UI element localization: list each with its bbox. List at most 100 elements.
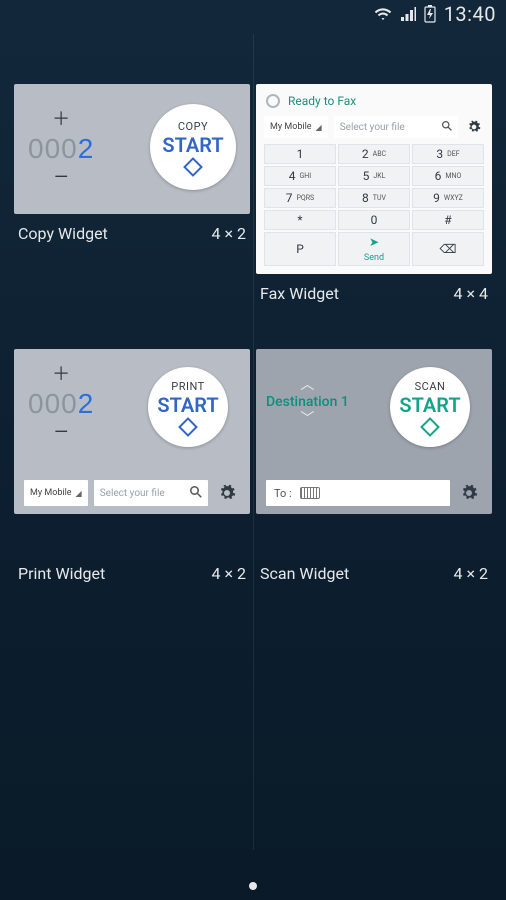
dropdown-triangle-icon: ◢: [316, 123, 322, 132]
widget-tile-copy[interactable]: ＋ 0002 — COPY START Copy Widget 4 × 2: [14, 84, 250, 243]
minus-icon[interactable]: —: [54, 424, 68, 442]
print-count-display: 0002: [28, 388, 94, 420]
print-file-placeholder: Select your file: [100, 488, 165, 499]
keypad-0[interactable]: 0: [338, 210, 410, 230]
scan-settings-button[interactable]: [456, 480, 482, 506]
print-counter: ＋ 0002 —: [28, 366, 94, 442]
print-widget-caption: Print Widget 4 × 2: [14, 554, 250, 583]
print-file-bar: My Mobile ◢ Select your file: [24, 480, 240, 506]
scan-widget-caption: Scan Widget 4 × 2: [256, 554, 492, 583]
print-settings-button[interactable]: [214, 480, 240, 506]
scan-destination-label: Destination 1: [266, 394, 349, 410]
dropdown-triangle-icon: ◢: [76, 489, 82, 498]
keypad-8[interactable]: 8TUV: [338, 188, 410, 208]
print-widget-preview: ＋ 0002 — PRINT START My Mobile ◢: [14, 349, 250, 514]
search-icon: [190, 486, 202, 501]
chevron-up-icon[interactable]: ︿: [300, 378, 314, 392]
fax-source-dropdown[interactable]: My Mobile ◢: [264, 116, 328, 138]
copy-count-prefix: 000: [28, 133, 78, 164]
wifi-icon: [374, 6, 392, 22]
diamond-icon: [420, 417, 440, 437]
print-count-last: 2: [78, 388, 95, 419]
fax-source-label: My Mobile: [270, 122, 312, 132]
widgets-picker-grid: ＋ 0002 — COPY START Copy Widget 4 × 2 Re…: [14, 34, 492, 583]
keypad-hash[interactable]: #: [412, 210, 484, 230]
scan-to-field[interactable]: To :: [266, 480, 450, 506]
keypad-2[interactable]: 2ABC: [338, 144, 410, 164]
minus-icon[interactable]: —: [54, 169, 68, 187]
page-dot-current: [249, 882, 257, 890]
scan-start-button[interactable]: SCAN START: [390, 367, 470, 447]
fax-status-dot-icon: [266, 94, 280, 108]
chevron-down-icon[interactable]: ﹀: [300, 412, 314, 426]
scan-start-label: START: [399, 393, 460, 417]
page-indicator: [0, 882, 506, 890]
keypad-pause[interactable]: P: [264, 232, 336, 266]
copy-counter: ＋ 0002 —: [28, 111, 94, 187]
send-arrow-icon: ➤: [369, 235, 379, 249]
keypad-backspace[interactable]: ⌫: [412, 232, 484, 266]
keypad-star[interactable]: *: [264, 210, 336, 230]
keypad-5[interactable]: 5JKL: [338, 166, 410, 186]
fax-status-header: Ready to Fax: [264, 92, 484, 110]
keypad-3[interactable]: 3DEF: [412, 144, 484, 164]
search-icon: [442, 121, 452, 134]
copy-widget-name: Copy Widget: [18, 224, 108, 243]
battery-charging-icon: [424, 5, 436, 23]
widget-tile-fax[interactable]: Ready to Fax My Mobile ◢ Select your fil…: [256, 84, 492, 303]
fax-file-input[interactable]: Select your file: [334, 116, 458, 138]
fax-widget-caption: Fax Widget 4 × 4: [256, 274, 492, 303]
keypad-7[interactable]: 7PQRS: [264, 188, 336, 208]
fax-file-bar: My Mobile ◢ Select your file: [264, 116, 484, 138]
print-widget-name: Print Widget: [18, 564, 105, 583]
keypad-1[interactable]: 1: [264, 144, 336, 164]
copy-widget-size: 4 × 2: [212, 224, 246, 243]
copy-count-display: 0002: [28, 133, 94, 165]
keypad-send[interactable]: ➤Send: [338, 232, 410, 266]
scan-widget-name: Scan Widget: [260, 564, 349, 583]
print-start-label: START: [157, 393, 218, 417]
fax-widget-preview: Ready to Fax My Mobile ◢ Select your fil…: [256, 84, 492, 274]
scan-start-title: SCAN: [415, 380, 446, 393]
keypad-6[interactable]: 6MNO: [412, 166, 484, 186]
scan-to-label: To :: [274, 487, 292, 500]
print-start-button[interactable]: PRINT START: [148, 367, 228, 447]
fax-file-placeholder: Select your file: [340, 122, 405, 133]
fax-settings-button[interactable]: [464, 116, 484, 138]
plus-icon[interactable]: ＋: [52, 366, 70, 384]
print-source-dropdown[interactable]: My Mobile ◢: [24, 480, 88, 506]
print-file-input[interactable]: Select your file: [94, 480, 208, 506]
status-bar: 13:40: [0, 0, 506, 28]
copy-widget-preview: ＋ 0002 — COPY START: [14, 84, 250, 214]
plus-icon[interactable]: ＋: [52, 111, 70, 129]
print-widget-size: 4 × 2: [212, 564, 246, 583]
diamond-icon: [178, 417, 198, 437]
copy-count-last: 2: [78, 133, 95, 164]
signal-icon: [400, 6, 416, 22]
widget-tile-scan[interactable]: ︿ Destination 1 ﹀ SCAN START To :: [256, 349, 492, 583]
backspace-icon: ⌫: [440, 242, 457, 256]
copy-widget-caption: Copy Widget 4 × 2: [14, 214, 250, 243]
scan-widget-preview: ︿ Destination 1 ﹀ SCAN START To :: [256, 349, 492, 514]
keypad-4[interactable]: 4GHI: [264, 166, 336, 186]
dest-chevrons: ︿ Destination 1 ﹀: [266, 378, 349, 426]
keyboard-icon: [300, 487, 320, 499]
fax-keypad: 1 2ABC 3DEF 4GHI 5JKL 6MNO 7PQRS 8TUV 9W…: [264, 144, 484, 266]
fax-widget-size: 4 × 4: [454, 284, 488, 303]
print-start-title: PRINT: [171, 380, 204, 393]
scan-widget-size: 4 × 2: [454, 564, 488, 583]
scan-to-bar: To :: [266, 480, 482, 506]
copy-start-button[interactable]: COPY START: [150, 104, 236, 190]
keypad-9[interactable]: 9WXYZ: [412, 188, 484, 208]
gear-icon: [467, 120, 481, 134]
gear-icon: [218, 484, 236, 502]
fax-status-text: Ready to Fax: [288, 94, 356, 108]
print-count-prefix: 000: [28, 388, 78, 419]
copy-start-title: COPY: [178, 120, 208, 133]
print-source-label: My Mobile: [30, 488, 72, 498]
copy-start-label: START: [162, 133, 223, 157]
widget-tile-print[interactable]: ＋ 0002 — PRINT START My Mobile ◢: [14, 349, 250, 583]
fax-widget-name: Fax Widget: [260, 284, 339, 303]
diamond-icon: [183, 157, 203, 177]
gear-icon: [460, 484, 478, 502]
